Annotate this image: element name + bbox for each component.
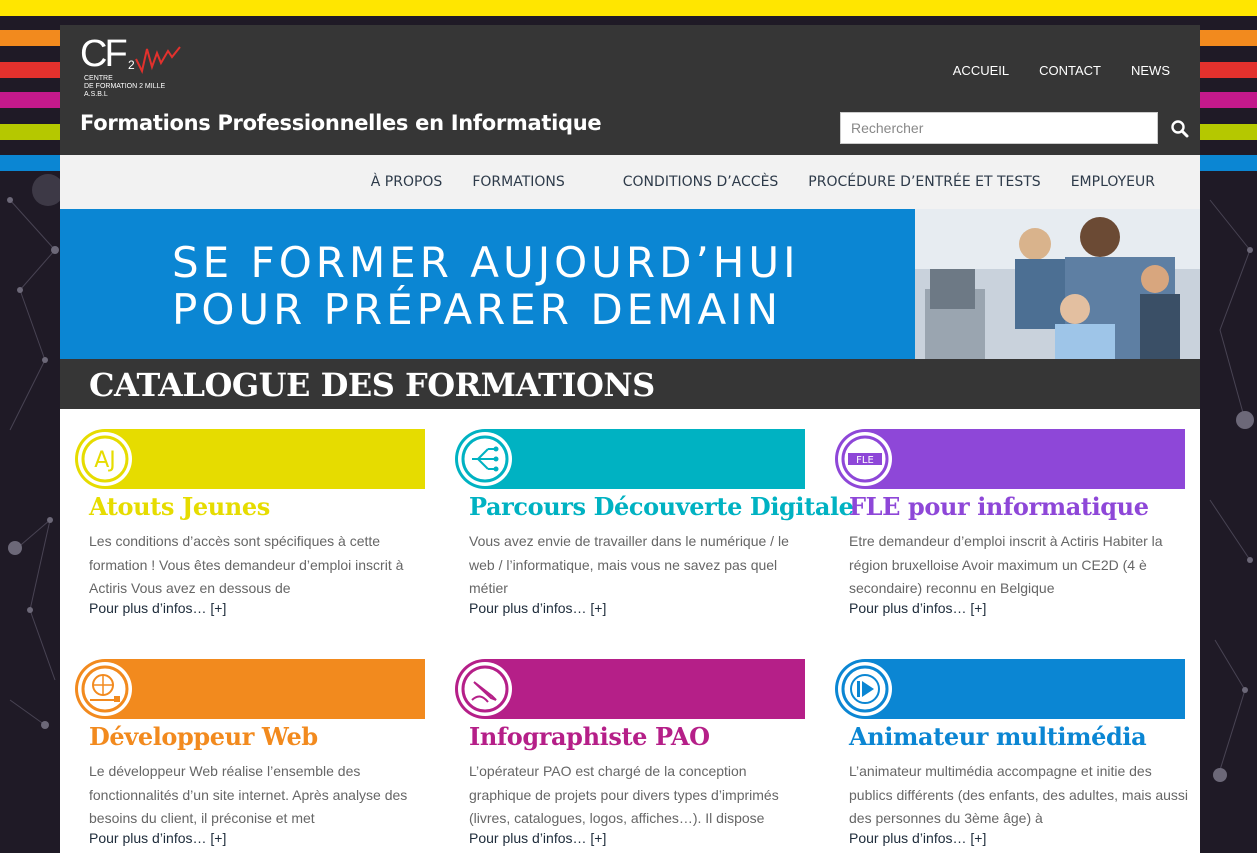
svg-text:2: 2 — [128, 58, 135, 72]
site-header: CF 2 CENTRE DE FORMATION 2 MILLE A.S.B.L… — [60, 25, 1200, 155]
svg-text:AJ: AJ — [94, 448, 116, 473]
search-input[interactable] — [841, 113, 1153, 143]
pen-icon — [458, 662, 512, 716]
course-description: Etre demandeur d’emploi inscrit à Actiri… — [849, 533, 1163, 596]
banner-line: SE FORMER AUJOURD’HUI — [172, 238, 800, 287]
circuit-icon — [458, 432, 512, 486]
course-title[interactable]: Infographiste PAO — [469, 722, 710, 751]
course-more-link[interactable]: Pour plus d’infos… [+] — [849, 830, 986, 846]
logo-letters: CF — [80, 33, 128, 75]
search-icon[interactable] — [1168, 117, 1192, 141]
course-title[interactable]: Atouts Jeunes — [89, 492, 270, 521]
logo-signal-icon: 2 — [128, 46, 181, 74]
page-container: CF 2 CENTRE DE FORMATION 2 MILLE A.S.B.L… — [60, 25, 1200, 853]
catalogue-title: CATALOGUE DES FORMATIONS — [89, 366, 655, 404]
svg-text:FLE: FLE — [856, 455, 874, 466]
fle-icon: FLE — [838, 432, 892, 486]
nav-employeur[interactable]: EMPLOYEUR — [1071, 174, 1155, 190]
logo-subtitle: CENTRE DE FORMATION 2 MILLE A.S.B.L — [84, 75, 165, 99]
site-tagline: Formations Professionnelles en Informati… — [80, 111, 602, 135]
top-nav-contact[interactable]: CONTACT — [1039, 63, 1101, 78]
course-more-link[interactable]: Pour plus d’infos… [+] — [469, 830, 606, 846]
logo-sub-line: A.S.B.L — [84, 91, 108, 98]
banner-line: POUR PRÉPARER DEMAIN — [172, 285, 782, 334]
course-description: Vous avez envie de travailler dans le nu… — [469, 533, 789, 596]
course-more-link[interactable]: Pour plus d’infos… [+] — [89, 600, 226, 616]
course-more-link[interactable]: Pour plus d’infos… [+] — [89, 830, 226, 846]
logo-sub-line: CENTRE — [84, 75, 113, 82]
main-nav: À PROPOS FORMATIONS CONDITIONS D’ACCÈS P… — [60, 155, 1200, 209]
play-icon — [838, 662, 892, 716]
nav-a-propos[interactable]: À PROPOS — [371, 174, 443, 190]
top-nav-news[interactable]: NEWS — [1131, 63, 1170, 78]
course-more-link[interactable]: Pour plus d’infos… [+] — [469, 600, 606, 616]
banner-slogan: SE FORMER AUJOURD’HUI POUR PRÉPARER DEMA… — [172, 239, 800, 333]
stripe-yellow — [0, 0, 1257, 16]
search-box — [840, 112, 1158, 144]
globe-network-icon — [78, 662, 132, 716]
top-nav-accueil[interactable]: ACCUEIL — [953, 63, 1009, 78]
course-description: L’animateur multimédia accompagne et ini… — [849, 763, 1189, 826]
aj-logo-icon: AJ — [78, 432, 132, 486]
course-description: Les conditions d’accès sont spécifiques … — [89, 533, 404, 596]
course-title[interactable]: FLE pour informatique — [849, 492, 1149, 521]
site-logo[interactable]: CF 2 CENTRE DE FORMATION 2 MILLE A.S.B.L — [80, 33, 190, 105]
course-title[interactable]: Développeur Web — [89, 722, 318, 751]
top-nav: ACCUEIL CONTACT NEWS — [953, 63, 1170, 78]
course-description: Le développeur Web réalise l’ensemble de… — [89, 763, 408, 826]
nav-formations[interactable]: FORMATIONS — [472, 174, 564, 190]
course-description: L’opérateur PAO est chargé de la concept… — [469, 763, 779, 826]
catalogue-header: CATALOGUE DES FORMATIONS — [60, 359, 1200, 409]
course-more-link[interactable]: Pour plus d’infos… [+] — [849, 600, 986, 616]
nav-conditions-acces[interactable]: CONDITIONS D’ACCÈS — [623, 174, 779, 190]
logo-sub-line: DE FORMATION 2 MILLE — [84, 83, 166, 90]
course-title[interactable]: Animateur multimédia — [849, 722, 1147, 751]
banner-photo-students — [915, 209, 1200, 359]
course-title[interactable]: Parcours Découverte Digitale — [469, 492, 854, 521]
hero-banner: SE FORMER AUJOURD’HUI POUR PRÉPARER DEMA… — [60, 209, 1200, 359]
nav-procedure-entree[interactable]: PROCÉDURE D’ENTRÉE ET TESTS — [808, 174, 1040, 190]
